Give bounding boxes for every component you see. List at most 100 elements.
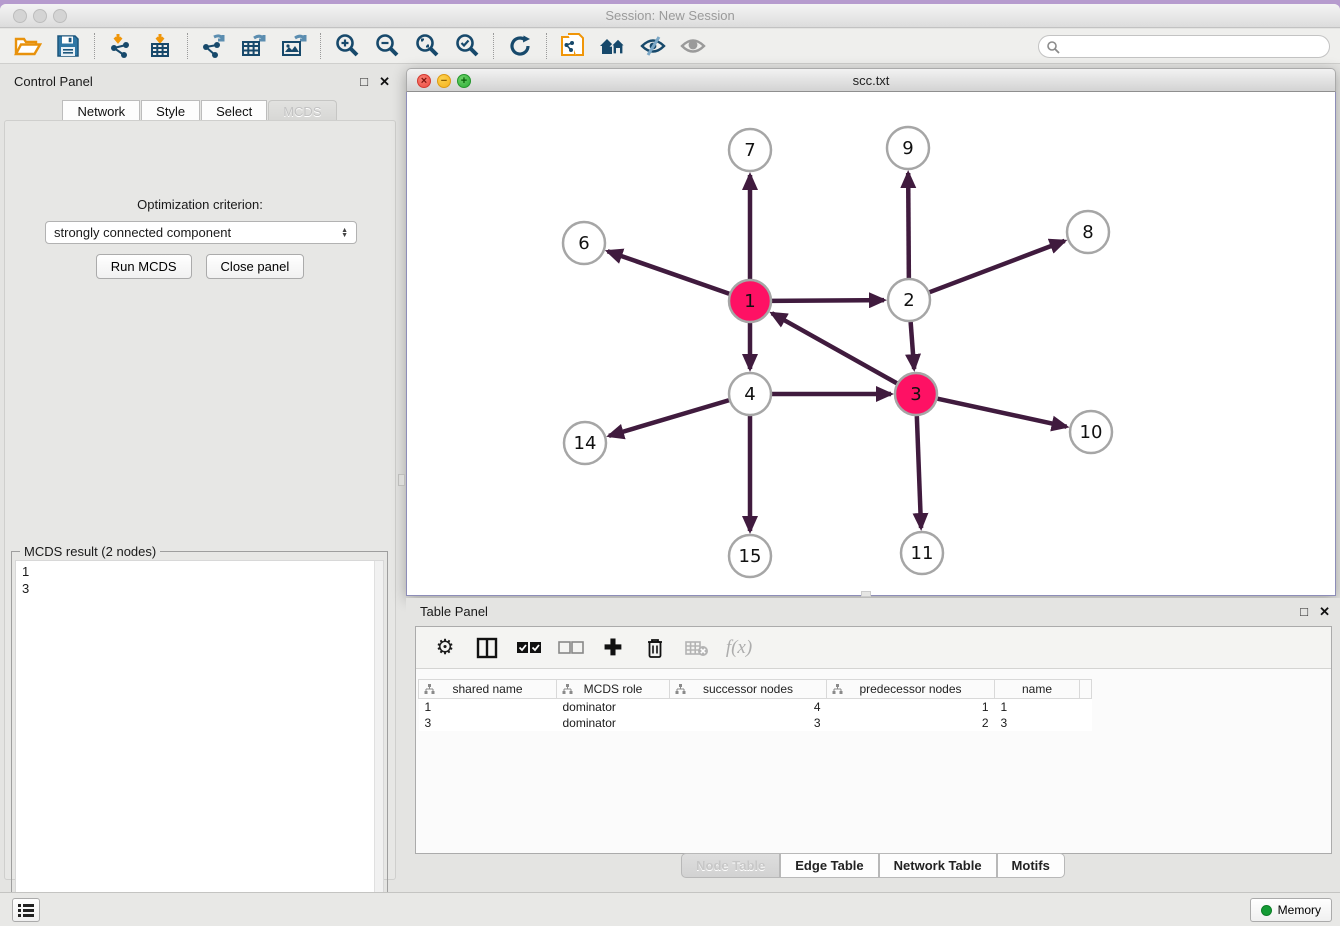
export-network-icon — [200, 33, 228, 59]
float-table-panel-icon[interactable]: □ — [1300, 604, 1308, 619]
tab-network[interactable]: Network — [62, 100, 140, 122]
zoom-fit-button[interactable] — [407, 31, 447, 61]
function-builder-button[interactable]: f(x) — [722, 632, 756, 664]
export-table-button[interactable] — [234, 31, 274, 61]
table-tabs: Node Table Edge Table Network Table Moti… — [406, 853, 1340, 878]
graph-edge[interactable] — [911, 322, 915, 369]
column-type-icon — [424, 684, 435, 695]
control-panel: Control Panel □ ✕ Network Style Select M… — [0, 64, 400, 884]
toolbar-separator — [187, 33, 188, 59]
delete-table-button[interactable] — [680, 632, 714, 664]
export-network-button[interactable] — [194, 31, 234, 61]
column-header-name[interactable]: name — [995, 680, 1080, 699]
select-all-columns-button[interactable] — [512, 632, 546, 664]
run-mcds-button[interactable]: Run MCDS — [96, 254, 192, 279]
memory-button[interactable]: Memory — [1250, 898, 1332, 922]
show-all-button[interactable] — [673, 31, 713, 61]
show-columns-button[interactable] — [470, 632, 504, 664]
export-table-icon — [240, 33, 268, 59]
graph-node-label: 14 — [574, 433, 597, 454]
import-network-button[interactable] — [101, 31, 141, 61]
import-network-icon — [108, 33, 134, 59]
table-settings-button[interactable]: ⚙ — [428, 632, 462, 664]
save-session-button[interactable] — [48, 31, 88, 61]
column-type-icon — [832, 684, 843, 695]
export-image-icon — [280, 33, 308, 59]
close-panel-button[interactable]: Close panel — [206, 254, 305, 279]
result-line: 1 — [22, 563, 377, 580]
eye-icon — [679, 34, 707, 58]
hide-selected-button[interactable] — [633, 31, 673, 61]
graph-edge[interactable] — [608, 251, 730, 293]
float-panel-icon[interactable]: □ — [360, 74, 368, 89]
zoom-selected-button[interactable] — [447, 31, 487, 61]
import-table-button[interactable] — [141, 31, 181, 61]
graph-node-label: 2 — [903, 290, 914, 311]
gear-icon: ⚙ — [436, 635, 455, 660]
tab-motifs[interactable]: Motifs — [997, 853, 1065, 878]
mcds-result-textarea[interactable]: 1 3 — [15, 560, 384, 926]
tab-network-table[interactable]: Network Table — [879, 853, 997, 878]
export-image-button[interactable] — [274, 31, 314, 61]
column-header-successor-nodes[interactable]: successor nodes — [670, 680, 827, 699]
eye-slash-icon — [639, 34, 667, 58]
graph-edge[interactable] — [609, 400, 729, 436]
search-icon — [1046, 40, 1060, 54]
column-header-shared-name[interactable]: shared name — [419, 680, 557, 699]
tab-node-table[interactable]: Node Table — [681, 853, 780, 878]
column-header-predecessor-nodes[interactable]: predecessor nodes — [827, 680, 995, 699]
network-window-titlebar: × − + scc.txt — [406, 68, 1336, 92]
network-view-window: × − + scc.txt 7968124314101511 — [406, 68, 1336, 596]
graph-edge[interactable] — [917, 416, 921, 528]
main-titlebar: Session: New Session — [0, 4, 1340, 28]
graph-node-label: 11 — [911, 543, 934, 564]
zoom-fit-icon — [414, 33, 440, 59]
zoom-in-button[interactable] — [327, 31, 367, 61]
clone-network-button[interactable] — [553, 31, 593, 61]
column-type-icon — [675, 684, 686, 695]
control-panel-header: Control Panel □ ✕ — [0, 72, 400, 92]
column-header-mcds-role[interactable]: MCDS role — [557, 680, 670, 699]
list-icon — [18, 903, 34, 917]
close-panel-icon[interactable]: ✕ — [379, 74, 390, 90]
create-column-button[interactable]: ✚ — [596, 632, 630, 664]
search-input[interactable] — [1060, 40, 1329, 54]
table-row[interactable]: 3dominator 32 3 — [419, 715, 1092, 731]
tab-select[interactable]: Select — [201, 100, 267, 122]
close-table-panel-icon[interactable]: ✕ — [1319, 604, 1330, 620]
toolbar-separator — [320, 33, 321, 59]
task-history-button[interactable] — [12, 898, 40, 922]
result-scrollbar[interactable] — [374, 561, 383, 926]
optimization-criterion-select[interactable]: strongly connected component ▲▼ — [45, 221, 357, 244]
zoom-out-icon — [374, 33, 400, 59]
column-type-icon — [562, 684, 573, 695]
splitter-handle-horizontal[interactable] — [861, 591, 871, 597]
table-row[interactable]: 1dominator 41 1 — [419, 699, 1092, 715]
graph-edge[interactable] — [930, 241, 1065, 292]
mcds-result-group: MCDS result (2 nodes) 1 3 — [11, 551, 388, 926]
save-disk-icon — [56, 34, 80, 58]
tab-style[interactable]: Style — [141, 100, 200, 122]
graph-edge[interactable] — [772, 313, 897, 383]
network-window-title: scc.txt — [407, 73, 1335, 88]
mcds-result-title: MCDS result (2 nodes) — [20, 544, 160, 559]
optimization-criterion-label: Optimization criterion: — [5, 197, 395, 212]
graph-edge[interactable] — [772, 300, 884, 301]
network-canvas[interactable]: 7968124314101511 — [406, 92, 1336, 596]
graph-node-label: 1 — [744, 291, 755, 312]
delete-column-button[interactable] — [638, 632, 672, 664]
first-neighbors-button[interactable] — [593, 31, 633, 61]
tab-mcds[interactable]: MCDS — [268, 100, 336, 122]
unselect-all-columns-button[interactable] — [554, 632, 588, 664]
unchecked-boxes-icon — [558, 641, 584, 655]
zoom-out-button[interactable] — [367, 31, 407, 61]
tab-edge-table[interactable]: Edge Table — [780, 853, 878, 878]
open-session-button[interactable] — [8, 31, 48, 61]
graph-edge[interactable] — [908, 173, 909, 278]
search-box[interactable] — [1038, 35, 1330, 58]
status-bar: Memory — [0, 892, 1340, 926]
graph-node-label: 10 — [1080, 422, 1103, 443]
refresh-view-button[interactable] — [500, 31, 540, 61]
graph-edge[interactable] — [937, 399, 1066, 427]
splitter-handle-vertical[interactable] — [398, 474, 405, 486]
